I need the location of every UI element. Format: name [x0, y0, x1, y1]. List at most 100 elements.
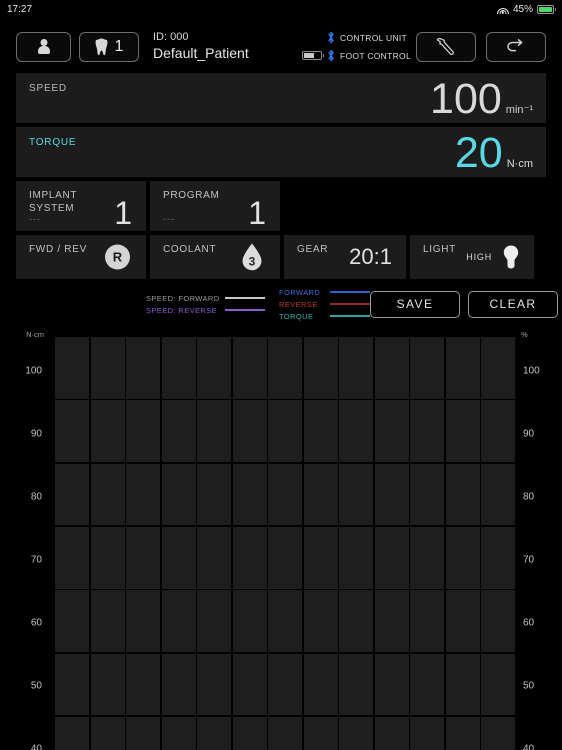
- coolant-level: 3: [248, 254, 256, 269]
- fwd-rev-label: FWD / REV: [29, 244, 87, 255]
- chart-grid-cell: [339, 653, 373, 716]
- light-tile[interactable]: LIGHT HIGH: [410, 235, 534, 279]
- coolant-tile[interactable]: COOLANT 3: [150, 235, 280, 279]
- chart-grid-cell: [410, 716, 444, 750]
- tooth-icon: [95, 38, 107, 55]
- torque-value: 20: [454, 129, 503, 177]
- chart-grid-cell: [445, 590, 480, 653]
- chart-grid-cell: [55, 526, 89, 589]
- chart-grid-cell: [303, 716, 338, 750]
- chart-grid-cell: [197, 526, 231, 589]
- chart-grid-cell: [126, 526, 160, 589]
- program-tile[interactable]: PROGRAM --- 1: [150, 181, 280, 231]
- chart-grid-cell: [55, 463, 89, 526]
- y-tick-right: 50: [523, 680, 535, 692]
- legend-swatch-forward: [330, 291, 370, 293]
- header-tool-buttons: [416, 31, 546, 62]
- chart-plot-area[interactable]: [55, 337, 515, 750]
- tooth-select-button[interactable]: 1: [79, 31, 139, 62]
- patient-name: Default_Patient: [153, 44, 249, 61]
- light-value: HIGH: [466, 252, 492, 262]
- y-tick-left: 60: [30, 617, 42, 629]
- gear-tile[interactable]: GEAR 20:1: [284, 235, 406, 279]
- patient-select-button[interactable]: [16, 31, 71, 62]
- fwd-rev-badge: R: [105, 244, 130, 270]
- connection-status: CONTROL UNIT FOOT CONTROL: [302, 31, 411, 62]
- chart-grid-cell: [445, 653, 480, 716]
- tile-empty-space: [284, 181, 546, 231]
- chart-grid-cell: [126, 653, 160, 716]
- fwd-rev-tile[interactable]: FWD / REV R: [16, 235, 146, 279]
- legend-label-reverse: REVERSE: [279, 299, 318, 309]
- chart-actions: SAVE CLEAR: [370, 290, 558, 318]
- chart-grid-cell: [161, 653, 196, 716]
- coolant-label: COOLANT: [163, 244, 217, 255]
- device-screen: 17:27 45% 1 ID: 000 Default_Patient CONT…: [0, 0, 562, 750]
- chart-grid-cell: [303, 526, 338, 589]
- chart-grid-cell: [161, 400, 196, 463]
- chart-grid-cell: [55, 400, 89, 463]
- battery-icon: [537, 4, 556, 14]
- chart-grid-cell: [481, 653, 515, 716]
- clear-button[interactable]: CLEAR: [468, 290, 558, 318]
- chart-grid-cell: [126, 337, 160, 399]
- chart-grid-cell: [445, 526, 480, 589]
- status-bar: 17:27 45%: [0, 0, 562, 18]
- implant-system-sub: ---: [29, 214, 41, 224]
- program-sub: ---: [163, 214, 175, 224]
- y-axis-right-unit: %: [521, 330, 528, 339]
- chart-grid-cell: [445, 337, 480, 399]
- chart-grid-cell: [55, 337, 89, 399]
- speed-panel[interactable]: SPEED 100 min⁻¹: [16, 73, 546, 123]
- y-tick-right: 80: [523, 491, 535, 503]
- chart-grid-cell: [90, 590, 125, 653]
- chart-grid-cell: [339, 400, 373, 463]
- implant-system-tile[interactable]: IMPLANT SYSTEM --- 1: [16, 181, 146, 231]
- tiles-row-1: IMPLANT SYSTEM --- 1 PROGRAM --- 1: [16, 181, 546, 231]
- speed-unit: min⁻¹: [505, 104, 533, 116]
- chart-grid-cell: [232, 716, 267, 750]
- wrench-icon: [436, 37, 454, 55]
- chart-grid-cell: [339, 716, 373, 750]
- chart-grid-cell: [374, 590, 409, 653]
- chart-grid-cell: [197, 400, 231, 463]
- y-tick-left: 50: [30, 680, 42, 692]
- torque-panel[interactable]: TORQUE 20 N·cm: [16, 127, 546, 177]
- reverse-arrow-icon: [507, 38, 523, 51]
- chart-grid-cell: [339, 463, 373, 526]
- recording-chart: N·cm 100 90 80 70 60 50 40 30 20 10 % 10…: [0, 327, 562, 750]
- chart-grid-cell: [90, 337, 125, 399]
- status-time: 17:27: [7, 3, 33, 15]
- save-button[interactable]: SAVE: [370, 290, 460, 318]
- chart-grid-cell: [90, 526, 125, 589]
- chart-grid-cell: [445, 400, 480, 463]
- chart-grid-cell: [339, 337, 373, 399]
- chart-grid-cell: [232, 526, 267, 589]
- torque-label: TORQUE: [29, 137, 77, 148]
- chart-grid-cell: [445, 716, 480, 750]
- y-tick-right: 40: [523, 743, 535, 750]
- chart-y-axis-left: N·cm 100 90 80 70 60 50 40 30 20 10: [0, 327, 48, 750]
- chart-grid-cell: [268, 463, 302, 526]
- chart-grid-cell: [303, 337, 338, 399]
- chart-grid-cell: [161, 590, 196, 653]
- y-tick-left: 80: [30, 491, 42, 503]
- legend-group-speed: SPEED: FORWARD SPEED: REVERSE: [146, 294, 265, 315]
- chart-grid-cell: [374, 463, 409, 526]
- program-value: 1: [248, 195, 266, 231]
- y-tick-left: 90: [30, 428, 42, 440]
- chart-grid-cell: [481, 590, 515, 653]
- legend-item-speed-reverse: SPEED: REVERSE: [146, 306, 265, 315]
- chart-grid-cell: [410, 590, 444, 653]
- chart-grid-cell: [303, 653, 338, 716]
- reverse-button[interactable]: [486, 31, 546, 62]
- legend-label-speed-forward: SPEED: FORWARD: [146, 293, 220, 303]
- gear-value: 20:1: [349, 244, 392, 269]
- legend-label-torque: TORQUE: [279, 311, 314, 321]
- wifi-icon: [496, 5, 509, 14]
- implant-system-label-line1: IMPLANT: [29, 190, 78, 201]
- chart-grid-cell: [268, 590, 302, 653]
- chart-grid-cell: [126, 716, 160, 750]
- chart-grid-cell: [55, 716, 89, 750]
- wrench-button[interactable]: [416, 31, 476, 62]
